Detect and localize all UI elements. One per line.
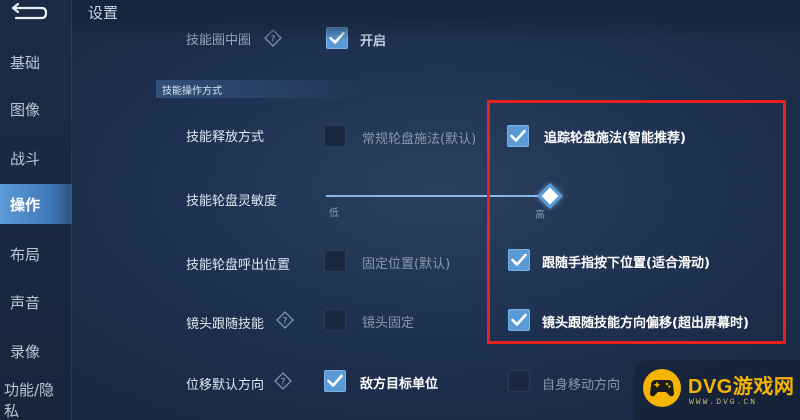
- displacement-enemy-option: 敌方目标单位: [360, 377, 439, 392]
- wheel-position-fixed-checkbox[interactable]: [324, 250, 346, 272]
- sidebar-item-graphics[interactable]: 图像: [0, 89, 72, 129]
- checkmark-icon: [327, 374, 343, 387]
- page-title-overlay: 设置: [88, 2, 118, 23]
- displacement-self-option: 自身移动方向: [542, 378, 621, 393]
- section-header: 技能操作方式: [156, 80, 366, 98]
- sidebar-item-label: 声音: [10, 293, 41, 312]
- sidebar-item-label: 图像: [10, 100, 41, 119]
- watermark: DVG游戏网 WWW.DVG.CN: [634, 360, 800, 420]
- wheel-position-label: 技能轮盘呼出位置: [186, 258, 291, 273]
- watermark-url: WWW.DVG.CN: [689, 398, 758, 407]
- sidebar-item-replay[interactable]: 录像: [0, 331, 72, 371]
- watermark-brand: DVG游戏网: [688, 376, 795, 398]
- release-mode-default-checkbox[interactable]: [324, 125, 346, 147]
- sidebar-item-label: 战斗: [10, 149, 41, 168]
- wheel-position-fixed-option: 固定位置(默认): [362, 257, 451, 272]
- displacement-enemy-checkbox[interactable]: [324, 370, 346, 392]
- page-title-text: 设置: [88, 4, 119, 22]
- sidebar-item-label: 功能/隐私: [4, 381, 55, 420]
- sidebar-item-label: 布局: [10, 245, 41, 264]
- sidebar-item-privacy[interactable]: 功能/隐私: [0, 380, 66, 420]
- gamepad-logo-icon: [643, 369, 681, 407]
- sidebar: 基础 图像 战斗 操作 布局 声音 录像 功能/隐私: [0, 0, 72, 420]
- release-mode-default-option: 常规轮盘施法(默认): [362, 132, 477, 147]
- sidebar-item-basic[interactable]: 基础: [0, 42, 72, 82]
- release-mode-label: 技能释放方式: [186, 130, 265, 145]
- sidebar-item-label: 录像: [10, 342, 41, 361]
- sidebar-item-label: 操作: [10, 195, 41, 214]
- sidebar-item-label: 基础: [10, 53, 41, 72]
- help-icon[interactable]: ?: [274, 372, 292, 390]
- camera-follow-label: 镜头跟随技能: [186, 317, 265, 332]
- section-title: 技能操作方式: [162, 85, 222, 97]
- back-arrow-icon: [11, 2, 48, 20]
- highlight-box: [487, 100, 786, 344]
- displacement-self-checkbox[interactable]: [508, 370, 530, 392]
- svg-text:?: ?: [283, 317, 288, 327]
- sensitivity-label: 技能轮盘灵敏度: [186, 194, 278, 209]
- camera-fixed-option: 镜头固定: [362, 316, 415, 331]
- camera-fixed-checkbox[interactable]: [324, 309, 346, 331]
- sensitivity-min-label: 低: [329, 208, 339, 219]
- settings-screen: 基础 图像 战斗 操作 布局 声音 录像 功能/隐私 设置 技能圈中圈 ? 开启…: [0, 0, 800, 420]
- sidebar-item-sound[interactable]: 声音: [0, 282, 72, 322]
- svg-text:?: ?: [281, 378, 286, 388]
- displacement-direction-label: 位移默认方向: [186, 378, 265, 393]
- sidebar-item-layout[interactable]: 布局: [0, 234, 72, 274]
- sidebar-item-controls[interactable]: 操作: [0, 184, 72, 224]
- back-button[interactable]: [8, 2, 48, 24]
- help-icon[interactable]: ?: [276, 311, 294, 329]
- scroll-fade: [72, 0, 800, 40]
- sidebar-item-combat[interactable]: 战斗: [0, 138, 72, 178]
